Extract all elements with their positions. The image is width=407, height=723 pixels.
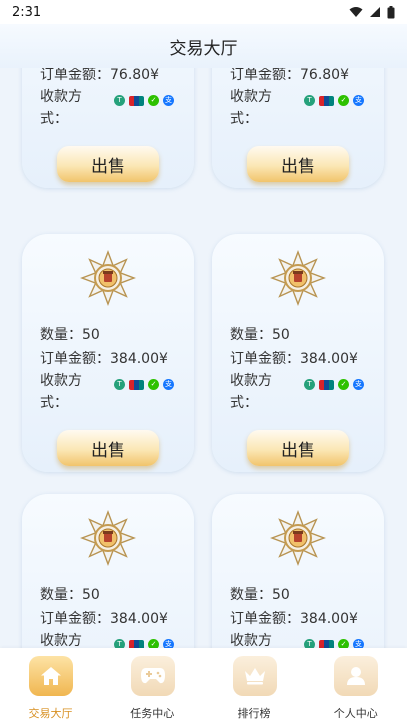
usdt-icon: T [304, 95, 315, 106]
tab-profile[interactable]: 个人中心 [305, 648, 407, 723]
signal-icon [370, 7, 380, 17]
alipay-icon: 支 [163, 639, 174, 648]
order-card: 数量：50 订单金额：384.00¥ 收款方式： T ✓ 支 出售 [22, 234, 194, 472]
bottom-tab-bar: 交易大厅 任务中心 排行榜 个人中心 [0, 648, 407, 723]
page-header: 交易大厅 [0, 24, 407, 68]
usdt-icon: T [114, 639, 125, 648]
unionpay-icon [319, 639, 334, 648]
status-icons [349, 5, 395, 19]
tab-label: 任务中心 [130, 707, 175, 720]
order-amount-label: 订单金额：384.00¥ [230, 351, 358, 367]
usdt-icon: T [304, 639, 315, 648]
payment-method-label: 收款方式： [230, 633, 272, 648]
quantity-label: 数量：50 [230, 587, 290, 603]
quantity-label: 数量：50 [40, 327, 100, 343]
medal-icon [270, 250, 326, 306]
gamepad-icon [130, 656, 175, 696]
wifi-icon [349, 7, 363, 17]
order-amount-label: 订单金额：384.00¥ [40, 351, 168, 367]
usdt-icon: T [114, 95, 125, 106]
payment-method-label: 收款方式： [230, 373, 272, 411]
payment-icons: T ✓ 支 [114, 639, 174, 648]
unionpay-icon [129, 379, 144, 390]
unionpay-icon [129, 95, 144, 106]
order-list[interactable]: 数量：50 订单金额：76.80¥ 收款方式： T ✓ 支 出售 数量：50 订… [0, 68, 407, 648]
home-icon [29, 656, 73, 696]
alipay-icon: 支 [353, 379, 364, 390]
payment-method-label: 收款方式： [40, 89, 82, 127]
alipay-icon: 支 [353, 639, 364, 648]
tab-leaderboard[interactable]: 排行榜 [204, 648, 306, 723]
wechat-pay-icon: ✓ [148, 95, 159, 106]
status-time: 2:31 [12, 4, 42, 20]
order-amount-label: 订单金额：384.00¥ [40, 611, 168, 627]
alipay-icon: 支 [163, 95, 174, 106]
quantity-label: 数量：50 [230, 327, 290, 343]
usdt-icon: T [114, 379, 125, 390]
payment-method-label: 收款方式： [230, 89, 272, 127]
payment-icons: T ✓ 支 [114, 95, 174, 106]
tab-label: 排行榜 [237, 707, 271, 720]
wechat-pay-icon: ✓ [338, 95, 349, 106]
order-card: 数量：50 订单金额：76.80¥ 收款方式： T ✓ 支 出售 [22, 68, 194, 188]
medal-icon [270, 510, 326, 566]
unionpay-icon [319, 95, 334, 106]
unionpay-icon [129, 639, 144, 648]
user-icon [334, 656, 379, 696]
order-amount-label: 订单金额：76.80¥ [40, 68, 159, 83]
page-title: 交易大厅 [169, 38, 238, 59]
medal-icon [80, 250, 136, 306]
payment-method-label: 收款方式： [40, 373, 82, 411]
payment-icons: T ✓ 支 [304, 95, 364, 106]
order-card: 数量：50 订单金额：76.80¥ 收款方式： T ✓ 支 出售 [212, 68, 384, 188]
crown-icon [232, 656, 277, 696]
order-card: 数量：50 订单金额：384.00¥ 收款方式： T ✓ 支 出售 [212, 234, 384, 472]
wechat-pay-icon: ✓ [148, 379, 159, 390]
medal-icon [80, 510, 136, 566]
sell-button[interactable]: 出售 [57, 430, 159, 466]
payment-method-label: 收款方式： [40, 633, 82, 648]
sell-button[interactable]: 出售 [57, 146, 159, 182]
order-card: 数量：50 订单金额：384.00¥ 收款方式： T ✓ 支 出售 [22, 494, 194, 648]
wechat-pay-icon: ✓ [148, 639, 159, 648]
tab-label: 个人中心 [333, 707, 378, 720]
sell-button[interactable]: 出售 [247, 430, 349, 466]
quantity-label: 数量：50 [40, 587, 100, 603]
order-card: 数量：50 订单金额：384.00¥ 收款方式： T ✓ 支 出售 [212, 494, 384, 648]
tab-task-center[interactable]: 任务中心 [102, 648, 204, 723]
payment-icons: T ✓ 支 [304, 379, 364, 390]
payment-icons: T ✓ 支 [114, 379, 174, 390]
usdt-icon: T [304, 379, 315, 390]
tab-trading-hall[interactable]: 交易大厅 [0, 648, 102, 723]
status-bar: 2:31 [0, 0, 407, 24]
order-amount-label: 订单金额：76.80¥ [230, 68, 349, 83]
tab-label: 交易大厅 [28, 707, 73, 720]
order-amount-label: 订单金额：384.00¥ [230, 611, 358, 627]
sell-button[interactable]: 出售 [247, 146, 349, 182]
alipay-icon: 支 [353, 95, 364, 106]
payment-icons: T ✓ 支 [304, 639, 364, 648]
wechat-pay-icon: ✓ [338, 379, 349, 390]
unionpay-icon [319, 379, 334, 390]
battery-icon [387, 5, 395, 18]
alipay-icon: 支 [163, 379, 174, 390]
wechat-pay-icon: ✓ [338, 639, 349, 648]
